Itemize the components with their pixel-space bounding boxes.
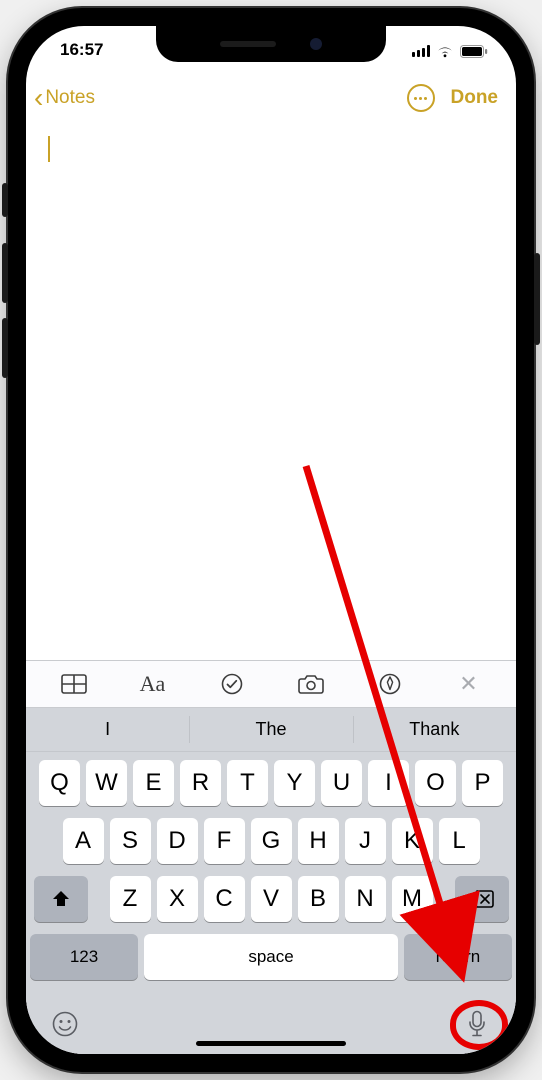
ellipsis-icon (414, 97, 427, 100)
table-icon (61, 674, 87, 694)
key-y[interactable]: Y (274, 760, 315, 806)
keyboard-region: Aa ✕ I The Thank (26, 660, 516, 1054)
keyboard-keys: Q W E R T Y U I O P A S D F G H (26, 752, 516, 998)
key-c[interactable]: C (204, 876, 245, 922)
shift-key[interactable] (34, 876, 88, 922)
shift-icon (51, 889, 71, 909)
key-q[interactable]: Q (39, 760, 80, 806)
key-o[interactable]: O (415, 760, 456, 806)
screen: 16:57 ‹ Notes Done (26, 26, 516, 1054)
key-v[interactable]: V (251, 876, 292, 922)
home-indicator[interactable] (196, 1041, 346, 1046)
return-key[interactable]: return (404, 934, 512, 980)
microphone-icon (467, 1010, 487, 1038)
numbers-key[interactable]: 123 (30, 934, 138, 980)
suggestion-2[interactable]: The (189, 708, 352, 751)
battery-icon (460, 45, 488, 58)
key-j[interactable]: J (345, 818, 386, 864)
key-t[interactable]: T (227, 760, 268, 806)
mute-switch (2, 183, 8, 217)
backspace-key[interactable] (455, 876, 509, 922)
backspace-icon (469, 889, 495, 909)
more-options-button[interactable] (407, 84, 435, 112)
suggestion-bar: I The Thank (26, 708, 516, 752)
volume-down-button (2, 318, 8, 378)
key-d[interactable]: D (157, 818, 198, 864)
table-tool[interactable] (52, 674, 96, 694)
dictation-button[interactable] (460, 1007, 494, 1041)
key-u[interactable]: U (321, 760, 362, 806)
key-z[interactable]: Z (110, 876, 151, 922)
key-s[interactable]: S (110, 818, 151, 864)
back-label: Notes (45, 87, 95, 109)
key-e[interactable]: E (133, 760, 174, 806)
key-p[interactable]: P (462, 760, 503, 806)
key-h[interactable]: H (298, 818, 339, 864)
cellular-signal-icon (412, 45, 430, 57)
key-n[interactable]: N (345, 876, 386, 922)
checkmark-circle-icon (221, 673, 243, 695)
key-g[interactable]: G (251, 818, 292, 864)
nav-bar: ‹ Notes Done (26, 74, 516, 122)
key-w[interactable]: W (86, 760, 127, 806)
camera-tool[interactable] (289, 674, 333, 694)
suggestion-3[interactable]: Thank (353, 708, 516, 751)
notes-format-toolbar: Aa ✕ (26, 660, 516, 708)
text-style-icon: Aa (140, 671, 166, 697)
done-button[interactable]: Done (451, 87, 499, 109)
camera-icon (298, 674, 324, 694)
pen-circle-icon (379, 673, 401, 695)
back-button[interactable]: ‹ Notes (34, 84, 95, 112)
markup-tool[interactable] (368, 673, 412, 695)
emoji-button[interactable] (48, 1007, 82, 1041)
note-editor[interactable] (26, 122, 516, 660)
key-f[interactable]: F (204, 818, 245, 864)
space-key[interactable]: space (144, 934, 398, 980)
key-r[interactable]: R (180, 760, 221, 806)
key-b[interactable]: B (298, 876, 339, 922)
key-m[interactable]: M (392, 876, 433, 922)
emoji-icon (51, 1010, 79, 1038)
key-a[interactable]: A (63, 818, 104, 864)
chevron-left-icon: ‹ (34, 84, 43, 112)
text-style-tool[interactable]: Aa (131, 671, 175, 697)
volume-up-button (2, 243, 8, 303)
text-cursor (48, 136, 50, 162)
key-i[interactable]: I (368, 760, 409, 806)
toolbar-close-button[interactable]: ✕ (447, 671, 491, 697)
iphone-device-frame: 16:57 ‹ Notes Done (8, 8, 534, 1072)
status-time: 16:57 (60, 40, 103, 60)
key-x[interactable]: X (157, 876, 198, 922)
checklist-tool[interactable] (210, 673, 254, 695)
wifi-icon (436, 45, 454, 58)
key-l[interactable]: L (439, 818, 480, 864)
key-k[interactable]: K (392, 818, 433, 864)
side-power-button (534, 253, 540, 345)
suggestion-1[interactable]: I (26, 708, 189, 751)
display-notch (156, 26, 386, 62)
